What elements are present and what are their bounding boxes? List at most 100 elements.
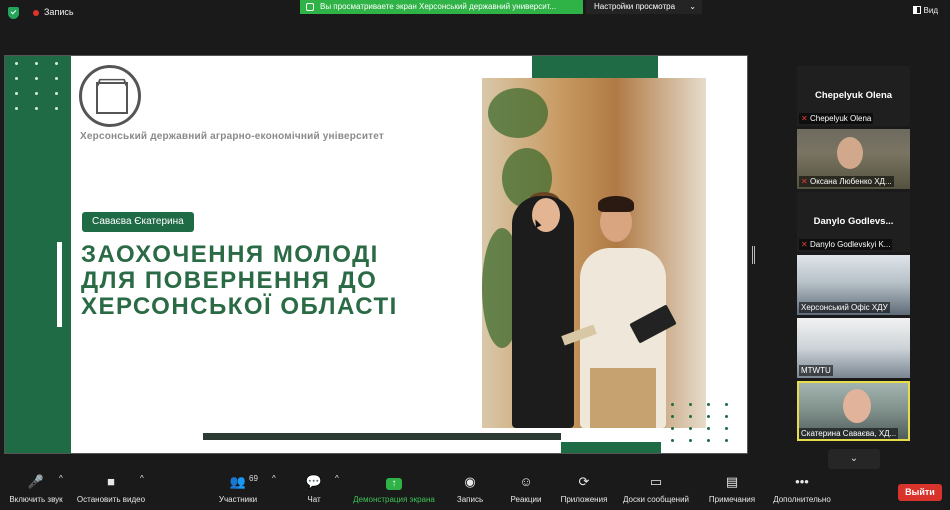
top-bar: Запись Вы просматриваете экран Херсонськ…: [0, 0, 950, 26]
record-label: Запись: [456, 495, 484, 504]
view-settings-label: Настройки просмотра: [594, 2, 676, 11]
unmute-label: Включить звук: [9, 495, 63, 504]
participant-name: MTWTU: [801, 366, 831, 375]
reactions-label: Реакции: [510, 495, 542, 504]
smiley-face-icon: ☺: [519, 474, 533, 489]
headline-line-3: ХЕРСОНСЬКОЇ ОБЛАСТІ: [81, 293, 398, 320]
whiteboards-button[interactable]: ▭ Доски сообщений: [620, 474, 692, 504]
view-button-label: Вид: [923, 6, 938, 15]
mic-muted-icon: ✕: [801, 177, 808, 186]
view-settings-dropdown[interactable]: Настройки просмотра ⌄: [586, 0, 702, 14]
person-hair: [598, 196, 634, 212]
apps-button[interactable]: ⟳ Приложения: [558, 474, 610, 504]
notes-label: Примечания: [708, 495, 756, 504]
participant-face: [843, 389, 871, 423]
apps-icon: ⟳: [578, 474, 590, 489]
university-logo-icon: [79, 65, 141, 127]
share-screen-label: Демонстрация экрана: [353, 495, 435, 504]
chat-options-caret-icon[interactable]: ^: [335, 474, 339, 483]
audio-options-caret-icon[interactable]: ^: [59, 474, 63, 483]
decorative-bar: [57, 242, 62, 327]
participant-name: Chepelyuk Olena: [810, 114, 872, 123]
participant-display-name: Danylo Godlevs...: [813, 216, 894, 227]
participant-tile[interactable]: MTWTU: [797, 318, 910, 378]
active-speaker-tile[interactable]: Скатерина Саваєва, ХД...: [797, 381, 910, 441]
more-button[interactable]: ••• Дополнительно: [770, 474, 834, 504]
recording-dot-icon: [33, 10, 39, 16]
shared-screen-slide: Херсонський державний аграрно-економічни…: [4, 55, 748, 454]
participant-gallery: Chepelyuk Olena ✕ Chepelyuk Olena ✕ Оксана…: [797, 66, 910, 444]
video-button[interactable]: ■ Остановить видео: [76, 474, 146, 504]
decorative-bar: [203, 433, 561, 440]
recording-label: Запись: [44, 7, 74, 17]
participant-caption: Херсонський Офіс ХДУ: [799, 302, 890, 313]
person-trousers: [590, 368, 656, 428]
meeting-toolbar: 🎤 Включить звук ^ ■ Остановить видео ^ 👥…: [0, 470, 950, 510]
more-dots-icon: •••: [795, 474, 809, 489]
participant-caption: ✕ Danylo Godlevskyi K...: [799, 239, 893, 250]
scroll-participants-down-button[interactable]: ⌄: [828, 449, 880, 469]
chat-bubble-icon: 💬: [305, 474, 323, 489]
record-button[interactable]: ◉ Запись: [454, 474, 486, 504]
mic-muted-icon: ✕: [801, 240, 808, 249]
participant-caption: MTWTU: [799, 365, 833, 376]
participant-tile[interactable]: Danylo Godlevs... ✕ Danylo Godlevskyi K..…: [797, 192, 910, 252]
mic-muted-icon: 🎤: [27, 474, 45, 489]
plant-leaves: [488, 88, 548, 138]
participants-label: Участники: [218, 495, 258, 504]
chevron-down-icon: ⌄: [849, 453, 859, 464]
share-screen-button[interactable]: ↑ Демонстрация экрана: [350, 474, 438, 504]
security-shield-icon[interactable]: [8, 7, 19, 19]
chat-label: Чат: [307, 495, 321, 504]
share-banner-text: Вы просматриваете экран Херсонський держ…: [320, 2, 557, 11]
participant-caption: ✕ Chepelyuk Olena: [799, 113, 874, 124]
participant-name: Оксана Любенко ХД...: [810, 177, 892, 186]
apps-label: Приложения: [560, 495, 608, 504]
record-icon: ◉: [464, 474, 476, 489]
participant-tile[interactable]: ✕ Оксана Любенко ХД...: [797, 129, 910, 189]
chevron-down-icon: ⌄: [689, 2, 696, 11]
participant-caption: ✕ Оксана Любенко ХД...: [799, 176, 894, 187]
screen-share-banner: Вы просматриваете экран Херсонський держ…: [300, 0, 583, 14]
zoom-meeting-window: Запись Вы просматриваете экран Херсонськ…: [0, 0, 950, 510]
participants-options-caret-icon[interactable]: ^: [272, 474, 276, 483]
share-screen-icon: [306, 3, 314, 11]
whiteboard-icon: ▭: [649, 474, 663, 489]
participant-face: [837, 137, 863, 169]
chat-button[interactable]: 💬 Чат: [302, 474, 326, 504]
whiteboards-label: Доски сообщений: [622, 495, 689, 504]
slide-green-bottom-block: [561, 442, 661, 453]
headline-line-1: ЗАОХОЧЕННЯ МОЛОДІ: [81, 241, 379, 268]
participant-name: Скатерина Саваєва, ХД...: [801, 429, 897, 438]
more-label: Дополнительно: [773, 495, 831, 504]
reactions-button[interactable]: ☺ Реакции: [508, 474, 544, 504]
decorative-dot-grid: [15, 62, 61, 110]
video-options-caret-icon[interactable]: ^: [140, 474, 144, 483]
participants-count: 69: [249, 474, 258, 483]
slide-photo: [482, 78, 706, 428]
participant-name: Херсонський Офіс ХДУ: [801, 303, 888, 312]
slide-green-sidebar: [5, 56, 71, 453]
participant-display-name: Chepelyuk Olena: [814, 90, 893, 101]
author-badge: Саваєва Єкатерина: [82, 212, 194, 232]
slide-headline: ЗАОХОЧЕННЯ МОЛОДІ ДЛЯ ПОВЕРНЕННЯ ДО ХЕРС…: [81, 242, 481, 320]
unmute-button[interactable]: 🎤 Включить звук: [6, 474, 66, 504]
mic-muted-icon: ✕: [801, 114, 808, 123]
panel-resize-handle[interactable]: [752, 246, 755, 264]
slide-green-top-block: [532, 56, 658, 78]
video-camera-icon: ■: [107, 474, 115, 489]
university-name: Херсонський державний аграрно-економічни…: [80, 131, 384, 142]
decorative-dot-grid: [671, 403, 729, 442]
view-button[interactable]: Вид: [912, 6, 938, 15]
share-screen-icon: ↑: [350, 474, 438, 490]
participant-tile[interactable]: Херсонський Офіс ХДУ: [797, 255, 910, 315]
headline-line-2: ДЛЯ ПОВЕРНЕННЯ ДО: [81, 267, 378, 294]
notes-button[interactable]: ▤ Примечания: [706, 474, 758, 504]
participant-tile[interactable]: Chepelyuk Olena ✕ Chepelyuk Olena: [797, 66, 910, 126]
notes-icon: ▤: [725, 474, 739, 489]
participant-caption: Скатерина Саваєва, ХД...: [799, 428, 899, 439]
leave-meeting-button[interactable]: Выйти: [898, 484, 942, 501]
video-label: Остановить видео: [76, 495, 146, 504]
layout-icon: [912, 6, 921, 14]
participant-name: Danylo Godlevskyi K...: [810, 240, 891, 249]
